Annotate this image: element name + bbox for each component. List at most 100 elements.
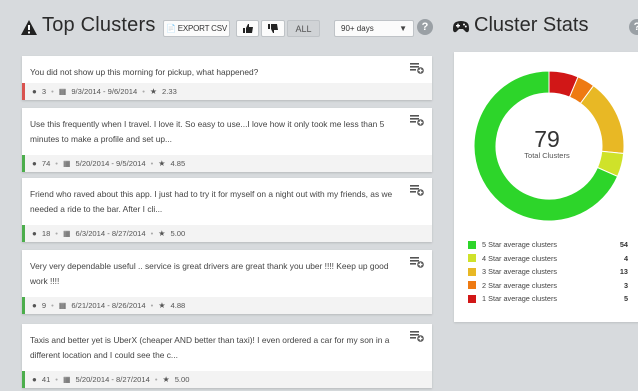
- separator: •: [51, 301, 54, 310]
- cluster-stats-title: Cluster Stats: [474, 14, 589, 36]
- comment-icon: ●: [32, 159, 37, 168]
- cluster-card[interactable]: Very very dependable useful .. service i…: [22, 250, 432, 314]
- star-icon: ★: [158, 301, 166, 310]
- all-filter-button[interactable]: ALL: [287, 20, 320, 37]
- average-rating: 5.00: [170, 229, 186, 238]
- calendar-icon: ▦: [62, 229, 71, 238]
- legend-label: 5 Star average clusters: [482, 240, 558, 250]
- cluster-meta: ● 3 • ▦ 9/3/2014 - 9/6/2014 • ★ 2.33: [22, 83, 432, 100]
- total-clusters-label: Total Clusters: [524, 151, 570, 160]
- legend-label: 3 Star average clusters: [482, 267, 558, 277]
- legend-swatch: [468, 254, 476, 263]
- cluster-meta: ● 41 • ▦ 5/20/2014 - 8/27/2014 • ★ 5.00: [22, 371, 432, 388]
- calendar-icon: ▦: [58, 301, 67, 310]
- page-title: Top Clusters: [42, 14, 156, 36]
- legend-item: 5 Star average clusters 54: [468, 238, 628, 252]
- file-icon: 📄: [165, 24, 176, 33]
- average-rating: 5.00: [174, 375, 190, 384]
- cluster-text: You did not show up this morning for pic…: [30, 67, 259, 77]
- legend-count: 3: [623, 280, 628, 290]
- rating-indicator-bar: [22, 225, 25, 242]
- thumbs-up-button[interactable]: [236, 20, 259, 37]
- rating-indicator-bar: [22, 371, 25, 388]
- thumbs-down-icon: [268, 24, 278, 33]
- separator: •: [150, 229, 154, 238]
- legend-label: 2 Star average clusters: [482, 280, 558, 290]
- cluster-card[interactable]: You did not show up this morning for pic…: [22, 56, 432, 100]
- legend-swatch: [468, 240, 476, 249]
- help-icon[interactable]: ?: [417, 19, 433, 35]
- calendar-icon: ▦: [62, 375, 71, 384]
- legend-label: 1 Star average clusters: [482, 294, 558, 304]
- calendar-icon: ▦: [62, 159, 71, 168]
- comment-icon: ●: [32, 301, 37, 310]
- legend-item: 4 Star average clusters 4: [468, 252, 628, 266]
- thumbs-down-button[interactable]: [261, 20, 285, 37]
- average-rating: 2.33: [162, 87, 177, 96]
- cluster-text: Use this frequently when I travel. I lov…: [30, 119, 385, 144]
- stats-help-icon[interactable]: ?: [629, 19, 638, 35]
- total-clusters-value: 79: [534, 126, 560, 152]
- rating-indicator-bar: [22, 83, 25, 100]
- star-icon: ★: [162, 375, 170, 384]
- star-icon: ★: [158, 229, 166, 238]
- date-range: 5/20/2014 - 8/27/2014: [75, 375, 150, 384]
- rating-indicator-bar: [22, 297, 25, 314]
- star-icon: ★: [149, 87, 158, 96]
- comment-icon: ●: [32, 229, 37, 238]
- legend-swatch: [468, 294, 476, 303]
- legend-item: 2 Star average clusters 3: [468, 279, 628, 293]
- cluster-card[interactable]: Friend who raved about this app. I just …: [22, 178, 432, 242]
- separator: •: [142, 87, 145, 96]
- cluster-stats-panel: Cluster Stats ? 79 Total Clusters 5 Star…: [446, 0, 638, 391]
- separator: •: [51, 87, 54, 96]
- chart-legend: 5 Star average clusters 54 4 Star average …: [468, 238, 628, 306]
- list-add-icon[interactable]: [410, 257, 424, 268]
- comment-count: 9: [41, 301, 47, 310]
- separator: •: [55, 375, 58, 384]
- cluster-card[interactable]: Taxis and better yet is UberX (cheaper A…: [22, 324, 432, 388]
- export-csv-button[interactable]: 📄 EXPORT CSV: [163, 20, 230, 37]
- star-icon: ★: [158, 159, 166, 168]
- export-csv-label: EXPORT CSV: [177, 24, 228, 33]
- legend-label: 4 Star average clusters: [482, 253, 558, 263]
- legend-count: 13: [619, 267, 628, 277]
- separator: •: [154, 375, 158, 384]
- legend-count: 5: [623, 294, 628, 304]
- separator: •: [150, 159, 154, 168]
- calendar-icon: ▦: [58, 87, 67, 96]
- comment-count: 3: [41, 87, 47, 96]
- cluster-text: Very very dependable useful .. service i…: [30, 261, 389, 286]
- list-add-icon[interactable]: [410, 331, 424, 342]
- list-add-icon[interactable]: [410, 115, 424, 126]
- cluster-card[interactable]: Use this frequently when I travel. I lov…: [22, 108, 432, 172]
- comment-count: 74: [41, 159, 51, 168]
- separator: •: [55, 229, 58, 238]
- legend-count: 4: [623, 253, 628, 263]
- comment-icon: ●: [32, 375, 37, 384]
- top-clusters-panel: Top Clusters 📄 EXPORT CSV ALL 90+ days ▼…: [0, 0, 446, 391]
- legend-count: 54: [619, 240, 628, 250]
- thumbs-up-icon: [242, 24, 253, 33]
- legend-swatch: [468, 281, 476, 290]
- cluster-meta: ● 74 • ▦ 5/20/2014 - 9/5/2014 • ★ 4.85: [22, 155, 432, 172]
- comment-count: 41: [41, 375, 51, 384]
- list-add-icon[interactable]: [410, 185, 424, 196]
- date-range: 6/3/2014 - 8/27/2014: [75, 229, 146, 238]
- average-rating: 4.85: [170, 159, 186, 168]
- warning-icon: [21, 20, 37, 35]
- average-rating: 4.88: [170, 301, 186, 310]
- cluster-text: Friend who raved about this app. I just …: [30, 189, 393, 214]
- cluster-meta: ● 9 • ▦ 6/21/2014 - 8/26/2014 • ★ 4.88: [22, 297, 432, 314]
- legend-item: 3 Star average clusters 13: [468, 265, 628, 279]
- legend-swatch: [468, 267, 476, 276]
- separator: •: [150, 301, 154, 310]
- cluster-meta: ● 18 • ▦ 6/3/2014 - 8/27/2014 • ★ 5.00: [22, 225, 432, 242]
- comment-count: 18: [41, 229, 51, 238]
- date-range-value: 90+ days: [341, 24, 374, 33]
- legend-item: 1 Star average clusters 5: [468, 292, 628, 306]
- date-range: 6/21/2014 - 8/26/2014: [71, 301, 146, 310]
- list-add-icon[interactable]: [410, 63, 424, 74]
- comment-icon: ●: [32, 87, 37, 96]
- date-range-select[interactable]: 90+ days ▼: [334, 20, 414, 37]
